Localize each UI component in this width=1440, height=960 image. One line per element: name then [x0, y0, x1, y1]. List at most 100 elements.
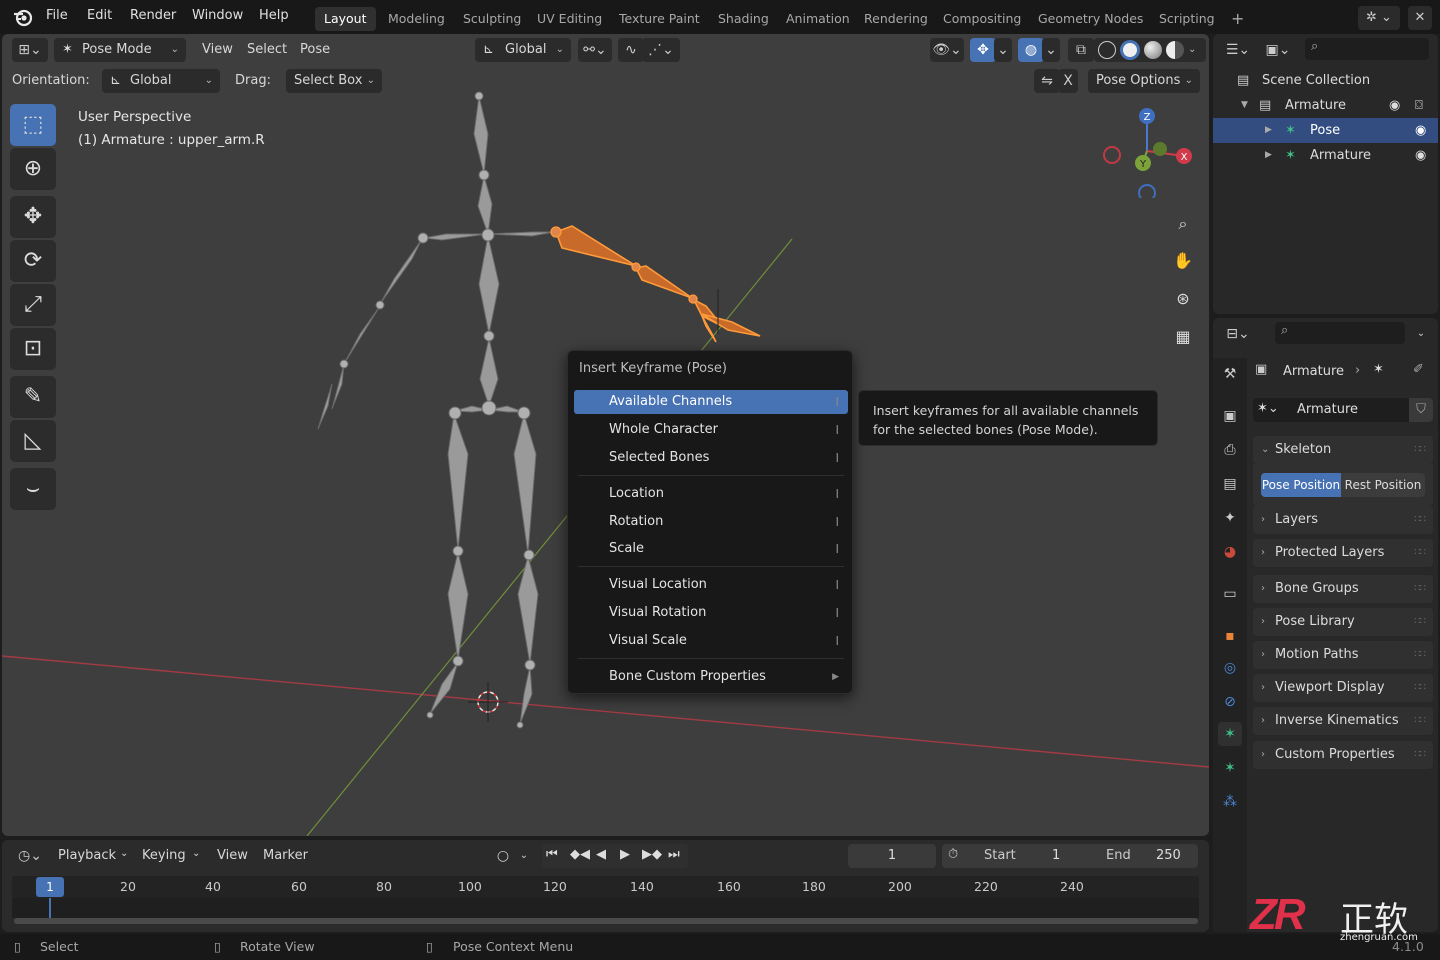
tab-modeling[interactable]: Modeling: [379, 7, 454, 31]
menu-playback[interactable]: Playback: [58, 848, 116, 863]
mirror-icon[interactable]: ⇋: [1034, 69, 1060, 93]
timeline-track-area[interactable]: [12, 898, 1199, 918]
menu-keying[interactable]: Keying: [142, 848, 186, 863]
pivot-point-icon[interactable]: ⚯⌄: [578, 38, 612, 62]
tab-compositing[interactable]: Compositing: [934, 7, 1030, 31]
navigation-gizmo[interactable]: Z X Y: [1102, 104, 1196, 198]
protected-layers-panel-header[interactable]: › Protected Layers ∷∷: [1253, 539, 1433, 567]
skeleton-panel-header[interactable]: ⌄ Skeleton ∷∷: [1253, 436, 1433, 464]
ortho-grid-icon[interactable]: ▦: [1168, 322, 1198, 352]
menu-marker[interactable]: Marker: [263, 848, 308, 863]
solid-shading-icon[interactable]: [1120, 40, 1140, 60]
armature-data-tab-icon[interactable]: ✶: [1218, 722, 1242, 746]
overlays-dropdown-icon[interactable]: ⌄: [1042, 38, 1060, 62]
cursor-tool-icon[interactable]: ⊕: [10, 148, 56, 190]
drag-dropdown[interactable]: Select Box ⌄: [286, 69, 382, 93]
chevron-down-icon[interactable]: ⌄: [192, 848, 200, 859]
menu-item-bone-custom-properties[interactable]: Bone Custom Properties ▶: [574, 665, 848, 689]
outliner-search-input[interactable]: ⌕: [1305, 38, 1429, 60]
drag-grip-icon[interactable]: ∷∷: [1414, 707, 1426, 735]
drag-grip-icon[interactable]: ∷∷: [1414, 608, 1426, 636]
blender-logo-icon[interactable]: [12, 6, 34, 28]
menu-select[interactable]: Select: [247, 42, 287, 57]
stopwatch-icon[interactable]: ⏱: [948, 847, 958, 862]
jump-end-icon[interactable]: ⏭: [668, 847, 680, 862]
gizmo-toggle-icon[interactable]: ✥: [970, 38, 996, 62]
properties-search-input[interactable]: ⌕: [1275, 322, 1405, 344]
outliner-row-scene-collection[interactable]: ▤ Scene Collection: [1213, 68, 1438, 93]
chevron-down-icon[interactable]: ⌄: [1411, 322, 1431, 346]
drag-grip-icon[interactable]: ∷∷: [1414, 539, 1426, 567]
wireframe-shading-icon[interactable]: [1098, 41, 1116, 59]
eye-icon[interactable]: ◉: [1389, 93, 1400, 118]
transform-orientation-dropdown[interactable]: ⊾ Global ⌄: [475, 38, 571, 62]
viewport-display-panel-header[interactable]: › Viewport Display ∷∷: [1253, 674, 1433, 702]
fake-user-shield-icon[interactable]: ⛉: [1409, 398, 1433, 422]
expand-arrow-icon[interactable]: ▼: [1241, 93, 1248, 118]
start-value[interactable]: 1: [1052, 848, 1060, 863]
select-box-tool-icon[interactable]: ⬚: [10, 104, 56, 146]
menu-item-scale[interactable]: Scale I: [574, 537, 848, 561]
current-frame-field[interactable]: 1: [848, 844, 936, 868]
menu-view[interactable]: View: [202, 42, 233, 57]
scale-tool-icon[interactable]: ⤢: [10, 284, 56, 326]
drag-grip-icon[interactable]: ∷∷: [1414, 506, 1426, 534]
outliner-row-armature-data[interactable]: ▶ ✶ Armature ◉: [1213, 143, 1438, 168]
drag-grip-icon[interactable]: ∷∷: [1414, 741, 1426, 769]
rotate-tool-icon[interactable]: ⟳: [10, 240, 56, 282]
auto-keying-icon[interactable]: ○: [490, 844, 516, 868]
mode-selector[interactable]: ✶ Pose Mode ⌄: [54, 38, 186, 62]
tool-tab-icon[interactable]: ⚒: [1218, 362, 1242, 386]
menu-item-selected-bones[interactable]: Selected Bones I: [574, 446, 848, 470]
transform-tool-icon[interactable]: ⊡: [10, 328, 56, 370]
drag-grip-icon[interactable]: ∷∷: [1414, 575, 1426, 603]
menu-help[interactable]: Help: [259, 8, 289, 23]
bone-relax-tool-icon[interactable]: ⌣: [10, 468, 56, 510]
add-workspace-button[interactable]: +: [1222, 7, 1253, 31]
menu-item-visual-rotation[interactable]: Visual Rotation I: [574, 601, 848, 625]
bone-constraint-tab-icon[interactable]: ⁂: [1218, 790, 1242, 814]
snap-icon[interactable]: ∿: [618, 38, 644, 62]
menu-item-rotation[interactable]: Rotation I: [574, 510, 848, 534]
play-icon[interactable]: ▶: [620, 847, 630, 862]
pose-library-panel-header[interactable]: › Pose Library ∷∷: [1253, 608, 1433, 636]
outliner-editor-type-icon[interactable]: ☰⌄: [1221, 38, 1255, 62]
view-layer-tab-icon[interactable]: ▤: [1218, 472, 1242, 496]
tab-texture-paint[interactable]: Texture Paint: [610, 7, 709, 31]
menu-render[interactable]: Render: [130, 8, 176, 23]
tab-uv-editing[interactable]: UV Editing: [528, 7, 611, 31]
eye-icon[interactable]: ◉: [1415, 118, 1426, 143]
custom-properties-panel-header[interactable]: › Custom Properties ∷∷: [1253, 741, 1433, 769]
camera-view-icon[interactable]: ⊛: [1168, 284, 1198, 314]
drag-grip-icon[interactable]: ∷∷: [1414, 674, 1426, 702]
motion-paths-panel-header[interactable]: › Motion Paths ∷∷: [1253, 641, 1433, 669]
menu-pose[interactable]: Pose: [300, 42, 330, 57]
end-value[interactable]: 250: [1156, 848, 1181, 863]
constraint-tab-icon[interactable]: ⊘: [1218, 690, 1242, 714]
outliner-row-pose[interactable]: ▶ ✶ Pose ◉: [1213, 118, 1438, 143]
tab-geometry-nodes[interactable]: Geometry Nodes: [1029, 7, 1152, 31]
xray-icon[interactable]: ⧉: [1068, 38, 1094, 62]
prev-keyframe-icon[interactable]: ◆◀: [570, 847, 590, 862]
bone-tab-icon[interactable]: ✶: [1218, 756, 1242, 780]
chevron-down-icon[interactable]: ⌄: [120, 848, 128, 859]
tab-animation[interactable]: Animation: [777, 7, 859, 31]
chevron-down-icon[interactable]: ⌄: [1188, 38, 1196, 62]
playhead-marker[interactable]: 1: [36, 877, 64, 897]
gizmo-dropdown-icon[interactable]: ⌄: [994, 38, 1012, 62]
tab-scripting[interactable]: Scripting: [1150, 7, 1224, 31]
menu-item-available-channels[interactable]: Available Channels I: [574, 390, 848, 414]
menu-view[interactable]: View: [217, 848, 248, 863]
measure-tool-icon[interactable]: ◺: [10, 420, 56, 462]
armature-data-selector[interactable]: ✶⌄ Armature ⛉: [1253, 398, 1433, 422]
mirror-x-button[interactable]: X: [1058, 69, 1078, 93]
modifier-tab-icon[interactable]: ◎: [1218, 656, 1242, 680]
rendered-shading-icon[interactable]: [1166, 41, 1184, 59]
play-reverse-icon[interactable]: ◀: [596, 847, 606, 862]
proportional-edit-icon[interactable]: ⋰⌄: [642, 38, 680, 62]
close-icon[interactable]: ✕: [1408, 6, 1432, 30]
keying-set-dropdown-icon[interactable]: ⌄: [516, 844, 532, 868]
inverse-kinematics-panel-header[interactable]: › Inverse Kinematics ∷∷: [1253, 707, 1433, 735]
world-tab-icon[interactable]: ◕: [1218, 540, 1242, 564]
jump-start-icon[interactable]: ⏮: [546, 847, 558, 862]
